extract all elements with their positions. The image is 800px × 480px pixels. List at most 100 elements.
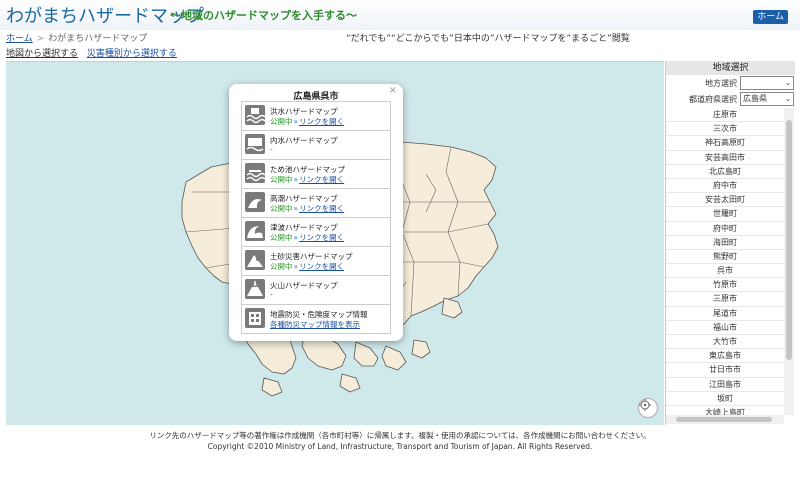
footer: リンク先のハザードマップ等の著作権は作成機関（各市町村等）に帰属します。複製・使… [0, 430, 800, 452]
footer-copyright: Copyright ©2010 Ministry of Land, Infras… [207, 442, 593, 451]
reservoir-icon [245, 163, 266, 183]
location-button[interactable] [638, 398, 658, 418]
tab-disaster-select[interactable]: 災害種別から選択する [87, 46, 177, 59]
city-list-item[interactable]: 世羅町 [666, 207, 784, 222]
island-shape [381, 345, 407, 371]
hazard-map-item: 地震防災・危険度マップ情報 各種防災マップ情報を表示 [241, 304, 391, 334]
hscrollbar-thumb[interactable] [676, 417, 772, 422]
hazard-map-item: ため池ハザードマップ 公開中»リンクを開く [241, 159, 391, 188]
city-list-item[interactable]: 海田町 [666, 236, 784, 250]
city-list-item[interactable]: 府中町 [666, 222, 784, 236]
site-subtitle: 〜地域のハザードマップを入手する〜 [170, 9, 357, 22]
city-list-item[interactable]: 府中市 [666, 179, 784, 194]
island-shape [411, 339, 431, 359]
city-list-item[interactable]: 福山市 [666, 321, 784, 335]
city-list-item[interactable]: 北広島町 [666, 165, 784, 179]
city-list-item[interactable]: 大崎上島町 [666, 406, 784, 415]
city-list-item[interactable]: 江田島市 [666, 378, 784, 392]
hazard-map-item: 洪水ハザードマップ 公開中»リンクを開く [241, 101, 391, 130]
hazard-map-name: 火山ハザードマップ [270, 281, 338, 290]
flood-icon [245, 105, 266, 125]
select-tabs: 地図から選択する 災害種別から選択する [6, 46, 183, 60]
city-list-item[interactable]: 大竹市 [666, 335, 784, 350]
status-badge: 公開中 [270, 233, 293, 242]
pref-select-row: 都道府県選択 広島県 ⌄ [666, 91, 795, 107]
tagline: “だれでも”“どこからでも”日本中の”ハザードマップを”まるごと”閲覧 [346, 34, 630, 44]
status-badge: 公開中 [270, 117, 293, 126]
city-list-item[interactable]: 熊野町 [666, 250, 784, 265]
open-link[interactable]: リンクを開く [299, 175, 344, 184]
footer-notice: リンク先のハザードマップ等の著作権は作成機関（各市町村等）に帰属します。複製・使… [149, 431, 651, 440]
inland-flood-icon [245, 134, 265, 154]
pref-select-label: 都道府県選択 [689, 95, 737, 104]
open-link[interactable]: 各種防災マップ情報を表示 [270, 320, 360, 329]
city-list-item[interactable]: 竹原市 [666, 278, 784, 293]
hazard-map-list: 洪水ハザードマップ 公開中»リンクを開く 内水ハザードマップ - ため池ハザードマップ公… [241, 101, 391, 334]
island-shape [261, 377, 283, 397]
tsunami-icon [245, 221, 265, 241]
status-badge: 公開中 [270, 175, 293, 184]
city-popup: × 広島県呉市 洪水ハザードマップ 公開中»リンクを開く 内水ハザードマップ - ため池… [229, 84, 403, 341]
hazard-map-item: 内水ハザードマップ - [241, 130, 391, 159]
storm-surge-icon [245, 192, 265, 212]
hazard-map-status: 公開中»リンクを開く [270, 174, 344, 185]
region-select-label: 地方選択 [705, 79, 737, 88]
city-list: 庄原市 三次市 神石高原町 安芸高田市 北広島町 府中市 安芸太田町 世羅町 府中町 海田町 熊野町… [666, 108, 784, 415]
breadcrumb: ホーム > わがまちハザードマップ “だれでも”“どこからでも”日本中の”ハザードマ… [6, 31, 794, 45]
earthquake-icon [245, 308, 265, 328]
sidebar-title: 地域選択 [666, 61, 795, 75]
arrow-icon: » [293, 175, 299, 184]
hazard-map-unavailable: - [270, 290, 273, 299]
open-link[interactable]: リンクを開く [299, 233, 344, 242]
hazard-map-item: 火山ハザードマップ - [241, 275, 391, 304]
arrow-icon: » [293, 262, 299, 271]
arrow-icon: » [293, 117, 299, 126]
region-select[interactable]: ⌄ [740, 76, 794, 90]
city-list-item[interactable]: 神石高原町 [666, 136, 784, 151]
hazard-map-item: 高潮ハザードマップ 公開中»リンクを開く [241, 188, 391, 217]
pref-select[interactable]: 広島県 ⌄ [740, 92, 794, 106]
chevron-down-icon: ⌄ [785, 79, 791, 87]
arrow-icon: » [293, 204, 299, 213]
hazard-map-name: 内水ハザードマップ [270, 136, 338, 145]
hazard-map-status: 公開中»リンクを開く [270, 116, 344, 127]
hazard-map-item: 土砂災害ハザードマップ 公開中»リンクを開く [241, 246, 391, 275]
hazard-map-item: 津波ハザードマップ 公開中»リンクを開く [241, 217, 391, 246]
city-list-item[interactable]: 坂町 [666, 392, 784, 406]
city-list-item[interactable]: 安芸高田市 [666, 151, 784, 165]
arrow-icon: » [293, 233, 299, 242]
crosshair-icon [639, 399, 651, 411]
status-badge: 公開中 [270, 204, 293, 213]
breadcrumb-current: わがまちハザードマップ [48, 34, 148, 44]
island-shape [339, 373, 361, 393]
island-shape [353, 341, 379, 367]
breadcrumb-home-link[interactable]: ホーム [6, 34, 33, 44]
volcano-icon [245, 279, 265, 299]
tab-map-select[interactable]: 地図から選択する [6, 46, 78, 59]
city-list-item[interactable]: 三次市 [666, 122, 784, 137]
pref-select-value: 広島県 [743, 94, 767, 103]
island-shape [441, 297, 463, 319]
city-list-item[interactable]: 庄原市 [666, 108, 784, 123]
city-list-item[interactable]: 三原市 [666, 292, 784, 307]
city-list-item[interactable]: 東広島市 [666, 349, 784, 364]
open-link[interactable]: リンクを開く [299, 117, 344, 126]
hazard-map-status: 公開中»リンクを開く [270, 232, 344, 243]
status-badge: 公開中 [270, 262, 293, 271]
city-list-scrollbar[interactable] [784, 108, 794, 415]
open-link[interactable]: リンクを開く [299, 262, 344, 271]
city-list-hscrollbar[interactable] [666, 415, 784, 424]
city-list-item[interactable]: 尾道市 [666, 307, 784, 321]
chevron-down-icon: ⌄ [785, 95, 791, 103]
hazard-map-status: 公開中»リンクを開く [270, 203, 344, 214]
landslide-icon [245, 250, 265, 270]
region-sidebar: 地域選択 地方選択 ⌄ 都道府県選択 広島県 ⌄ 庄原市 三次市 神石高原町 安芸高田市… [665, 61, 795, 425]
city-list-item[interactable]: 呉市 [666, 264, 784, 279]
scrollbar-thumb[interactable] [786, 120, 792, 360]
header: わがまちハザードマップ 〜地域のハザードマップを入手する〜 ホーム [0, 0, 800, 30]
home-button[interactable]: ホーム [753, 10, 788, 24]
city-list-item[interactable]: 廿日市市 [666, 363, 784, 378]
city-list-item[interactable]: 安芸太田町 [666, 193, 784, 208]
breadcrumb-separator: > [36, 34, 45, 44]
open-link[interactable]: リンクを開く [299, 204, 344, 213]
